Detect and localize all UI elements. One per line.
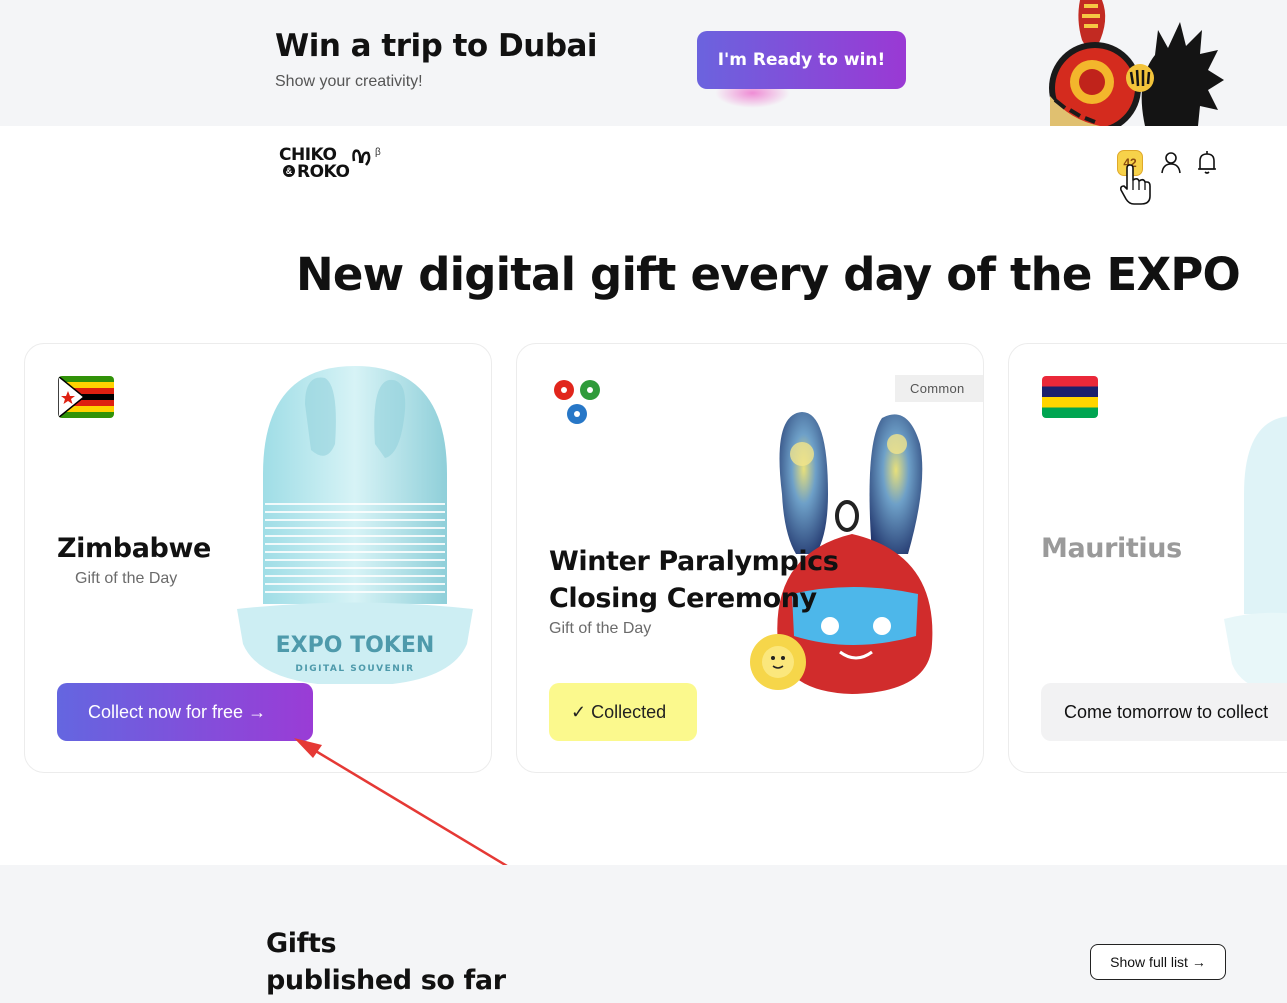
bunny-ears-logo-icon <box>352 149 371 166</box>
gifts-section-title: Gifts published so far <box>266 925 566 999</box>
expo-token-icon: EXPO TOKEN DIGITAL SOUVENIR <box>237 366 473 684</box>
digital-souvenir-text: DIGITAL SOUVENIR <box>295 664 414 674</box>
expo-token-text: EXPO TOKEN <box>276 633 435 658</box>
card-subtitle: Gift of the Day <box>549 620 652 637</box>
mascot-figures-illustration <box>1049 0 1224 126</box>
come-tomorrow-button: Come tomorrow to collect <box>1041 683 1287 741</box>
promo-banner: Win a trip to Dubai Show your creativity… <box>0 0 1287 126</box>
bell-icon[interactable] <box>1195 150 1219 176</box>
gifts-published-section: Gifts published so far Show full list → <box>0 865 1287 1003</box>
card-title: Zimbabwe <box>57 533 211 564</box>
paralympics-logo-icon <box>554 380 600 424</box>
logo-text-roko: ROKO <box>297 162 350 182</box>
card-title: Winter Paralympics Closing Ceremony <box>549 546 839 614</box>
page-headline: New digital gift every day of the EXPO <box>296 248 1241 301</box>
expo-token-icon <box>1224 416 1287 694</box>
user-icon[interactable] <box>1159 150 1183 176</box>
gift-card-zimbabwe[interactable]: EXPO TOKEN DIGITAL SOUVENIR Zimbabwe Gif… <box>24 343 492 773</box>
logo-ampersand: & <box>283 165 295 177</box>
promo-title: Win a trip to Dubai <box>275 28 598 64</box>
collect-now-button[interactable]: Collect now for free → <box>57 683 313 741</box>
rarity-badge: Common <box>895 375 983 402</box>
promo-subtitle: Show your creativity! <box>275 73 423 90</box>
gift-card-paralympics[interactable]: Common Winter Paralympics Closing Ceremo… <box>516 343 984 773</box>
show-full-list-button[interactable]: Show full list → <box>1090 944 1226 980</box>
card-title: Mauritius <box>1041 533 1182 564</box>
gift-card-mauritius[interactable]: Mauritius Come tomorrow to collect <box>1008 343 1287 773</box>
ready-to-win-button[interactable]: I'm Ready to win! <box>697 31 906 89</box>
beta-label: β <box>375 147 381 158</box>
card-subtitle: Gift of the Day <box>75 570 178 587</box>
gifts-title-line2: published so far <box>266 965 506 996</box>
collected-button[interactable]: ✓ Collected <box>549 683 697 741</box>
zimbabwe-flag-icon <box>58 376 114 418</box>
chiko-roko-logo[interactable]: CHIKO & ROKO β <box>279 143 389 185</box>
hand-cursor-icon <box>1120 164 1151 205</box>
gifts-title-line1: Gifts <box>266 928 337 959</box>
mauritius-flag-icon <box>1042 376 1098 418</box>
